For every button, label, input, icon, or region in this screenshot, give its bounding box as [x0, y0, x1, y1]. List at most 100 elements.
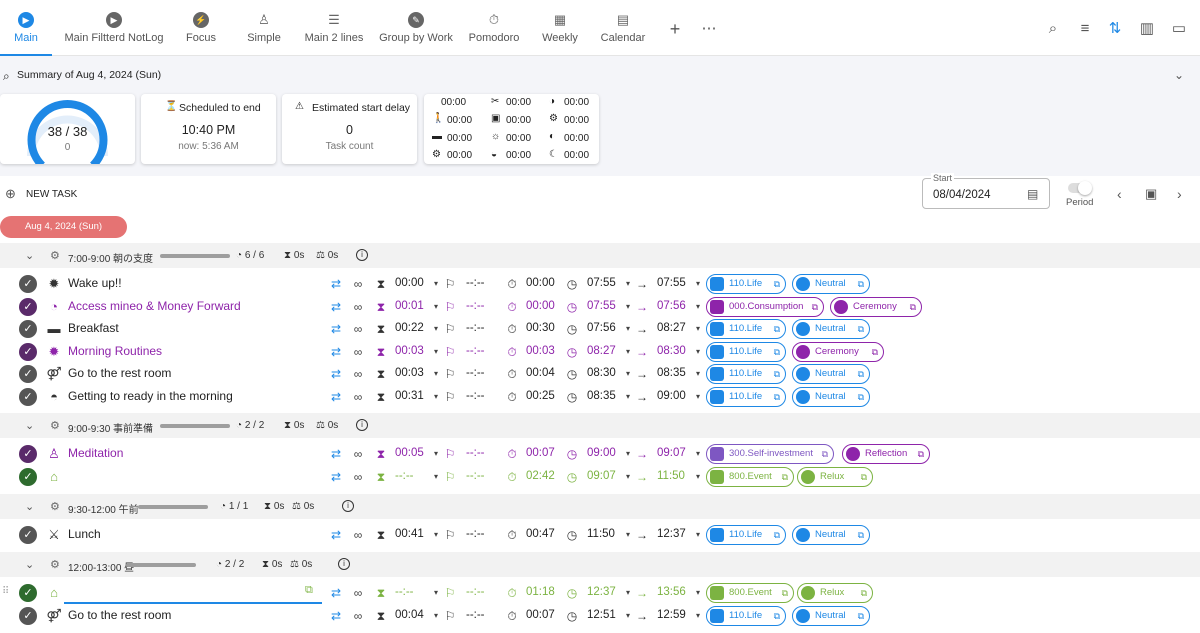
external-link-icon[interactable]: ⧉: [858, 388, 864, 406]
actual-value[interactable]: 00:03: [526, 345, 555, 357]
end-dropdown-icon[interactable]: ▾: [690, 344, 706, 360]
complete-checkbox[interactable]: ✓: [19, 298, 37, 316]
start-time[interactable]: 12:51: [587, 609, 616, 621]
external-link-icon[interactable]: ⧉: [774, 275, 780, 293]
mode-tag[interactable]: Neutral ⧉: [792, 319, 870, 339]
actual-value[interactable]: 01:18: [526, 586, 555, 598]
mode-tag[interactable]: Relux ⧉: [797, 467, 873, 487]
repeat-icon[interactable]: ⇄: [328, 321, 344, 337]
start-date-field[interactable]: Start 08/04/2024 ▤: [922, 173, 1050, 209]
complete-checkbox[interactable]: ✓: [19, 320, 37, 338]
repeat-icon[interactable]: ⇄: [328, 276, 344, 292]
actual-value[interactable]: 00:00: [526, 277, 555, 289]
repeat-icon[interactable]: ⇄: [328, 585, 344, 601]
estimate-value[interactable]: 00:31: [395, 390, 424, 402]
task-title[interactable]: Access mineo & Money Forward: [68, 299, 241, 313]
repeat-icon[interactable]: ⇄: [328, 366, 344, 382]
task-title[interactable]: Go to the rest room: [68, 608, 171, 622]
tab-simple[interactable]: ♙ Simple: [240, 0, 288, 56]
external-link-icon[interactable]: ⧉: [774, 607, 780, 625]
info-icon[interactable]: i: [356, 419, 368, 431]
more-icon[interactable]: ⋯: [700, 20, 718, 38]
repeat-icon[interactable]: ⇄: [328, 469, 344, 485]
info-icon[interactable]: i: [338, 558, 350, 570]
task-row[interactable]: ✓ ⚔ Lunch ⇄ ∞ ⧗ 00:41 ▾ ⚐ --:-- ⏱ 00:47 …: [0, 524, 1200, 546]
link-icon[interactable]: ∞: [350, 344, 366, 360]
estimate-value[interactable]: 00:22: [395, 322, 424, 334]
end-dropdown-icon[interactable]: ▾: [690, 527, 706, 543]
start-time[interactable]: 07:56: [587, 322, 616, 334]
project-tag[interactable]: 800.Event ⧉: [706, 467, 794, 487]
complete-checkbox[interactable]: ✓: [19, 607, 37, 625]
complete-checkbox[interactable]: ✓: [19, 445, 37, 463]
end-time[interactable]: 08:30: [657, 345, 686, 357]
period-toggle[interactable]: [1068, 181, 1092, 195]
repeat-icon[interactable]: ⇄: [328, 608, 344, 624]
add-view-icon[interactable]: +: [666, 20, 684, 38]
link-icon[interactable]: ∞: [350, 366, 366, 382]
task-row[interactable]: ✓ ◔ Access mineo & Money Forward ⇄ ∞ ⧗ 0…: [0, 296, 1200, 318]
repeat-icon[interactable]: ⇄: [328, 527, 344, 543]
tab-focus[interactable]: ⚡ Focus: [180, 0, 222, 56]
start-time[interactable]: 12:37: [587, 586, 616, 598]
link-icon[interactable]: ∞: [350, 276, 366, 292]
search-icon[interactable]: ⌕: [1044, 20, 1062, 38]
chevron-down-icon[interactable]: ⌄: [25, 558, 34, 571]
start-time[interactable]: 09:07: [587, 470, 616, 482]
task-title[interactable]: Wake up!!: [68, 276, 122, 290]
end-dropdown-icon[interactable]: ▾: [690, 366, 706, 382]
project-tag[interactable]: 110.Life ⧉: [706, 319, 786, 339]
estimate-value[interactable]: 00:00: [395, 277, 424, 289]
task-row[interactable]: ✓ ⌂ ⇄ ∞ ⧗ --:-- ▾ ⚐ --:-- ⏱ 02:42 ◷ 09:0…: [0, 466, 1200, 488]
end-dropdown-icon[interactable]: ▾: [690, 299, 706, 315]
project-tag[interactable]: 000.Consumption ⧉: [706, 297, 824, 317]
actual-value[interactable]: 00:30: [526, 322, 555, 334]
mode-tag[interactable]: Neutral ⧉: [792, 274, 870, 294]
next-day-icon[interactable]: ›: [1177, 186, 1182, 202]
task-row[interactable]: ✓ ⚤ Go to the rest room ⇄ ∞ ⧗ 00:04 ▾ ⚐ …: [0, 605, 1200, 627]
external-link-icon[interactable]: ⧉: [858, 365, 864, 383]
estimate-value[interactable]: --:--: [395, 586, 414, 598]
end-time[interactable]: 11:50: [657, 470, 685, 482]
actual-value[interactable]: 00:25: [526, 390, 555, 402]
tab-main[interactable]: ▶ Main: [0, 0, 52, 56]
chevron-down-icon[interactable]: ⌄: [25, 419, 34, 432]
external-link-icon[interactable]: ⧉: [872, 343, 878, 361]
mode-tag[interactable]: Neutral ⧉: [792, 606, 870, 626]
mode-tag[interactable]: Reflection ⧉: [842, 444, 930, 464]
end-time[interactable]: 12:59: [657, 609, 686, 621]
external-link-icon[interactable]: ⧉: [774, 343, 780, 361]
external-link-icon[interactable]: ⧉: [812, 298, 818, 316]
external-link-icon[interactable]: ⧉: [774, 388, 780, 406]
project-tag[interactable]: 110.Life ⧉: [706, 606, 786, 626]
end-dropdown-icon[interactable]: ▾: [690, 389, 706, 405]
project-tag[interactable]: 110.Life ⧉: [706, 274, 786, 294]
collapse-chevron-icon[interactable]: ⌄: [1174, 68, 1184, 82]
estimate-value[interactable]: 00:04: [395, 609, 424, 621]
start-time[interactable]: 08:27: [587, 345, 616, 357]
actual-value[interactable]: 02:42: [526, 470, 555, 482]
filter-icon[interactable]: ≡: [1076, 20, 1094, 38]
end-time[interactable]: 12:37: [657, 528, 686, 540]
link-icon[interactable]: ∞: [350, 527, 366, 543]
link-icon[interactable]: ∞: [350, 469, 366, 485]
new-task-button[interactable]: ⊕ NEW TASK: [5, 186, 115, 204]
chevron-down-icon[interactable]: ⌄: [25, 500, 34, 513]
end-time[interactable]: 09:00: [657, 390, 686, 402]
link-icon[interactable]: ∞: [350, 608, 366, 624]
tab-calendar[interactable]: ▤ Calendar: [600, 0, 646, 56]
end-dropdown-icon[interactable]: ▾: [690, 321, 706, 337]
complete-checkbox[interactable]: ✓: [19, 275, 37, 293]
actual-value[interactable]: 00:04: [526, 367, 555, 379]
sort-icon[interactable]: ⇅: [1106, 20, 1124, 38]
task-row[interactable]: ✓ ⌂ ⇄ ∞ ⧗ --:-- ▾ ⚐ --:-- ⏱ 01:18 ◷ 12:3…: [0, 582, 1200, 604]
today-calendar-icon[interactable]: ▣: [1145, 186, 1157, 202]
group-header[interactable]: ⌄ ⚙ 9:00-9:30 事前準備 ◔ 2 / 2 ⧗ 0s ⚖ 0s i: [0, 413, 1200, 438]
external-link-icon[interactable]: ⧉: [782, 468, 788, 486]
external-link-icon[interactable]: ⧉: [822, 445, 828, 463]
end-time[interactable]: 09:07: [657, 447, 686, 459]
project-tag[interactable]: 110.Life ⧉: [706, 387, 786, 407]
external-link-icon[interactable]: ⧉: [858, 320, 864, 338]
end-time[interactable]: 07:55: [657, 277, 686, 289]
start-time[interactable]: 07:55: [587, 277, 616, 289]
